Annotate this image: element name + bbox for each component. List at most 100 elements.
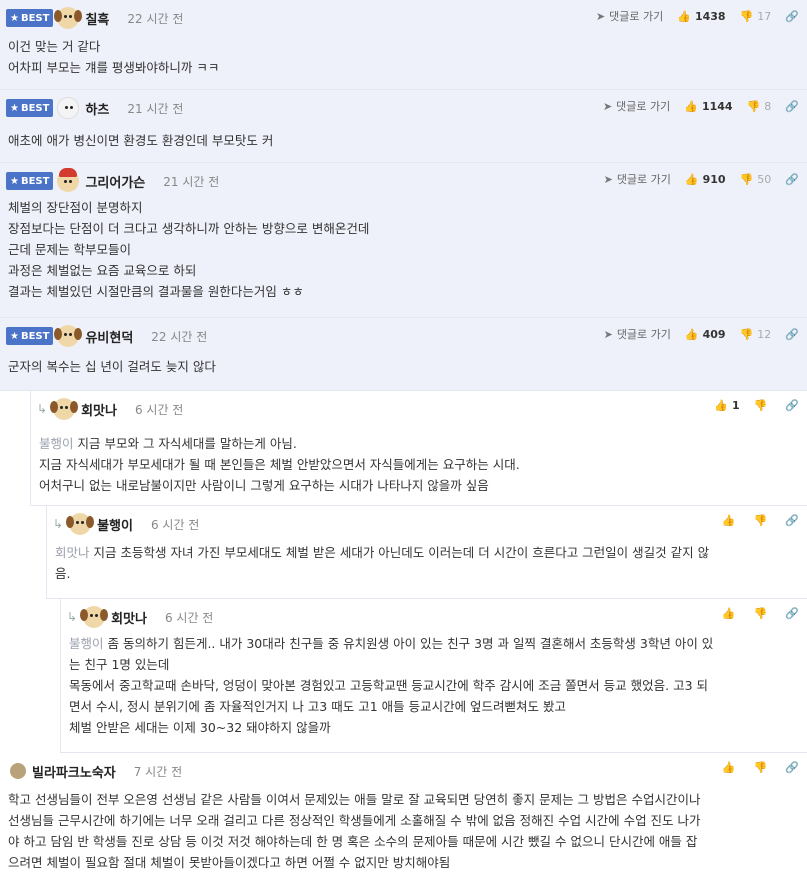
thumbs-down-icon: 👎 [746, 99, 761, 113]
thumbs-up-icon: 👍 [684, 172, 699, 186]
link-icon[interactable]: 🔗 [785, 328, 799, 341]
thumbs-down-icon: 👎 [753, 607, 768, 620]
comment-time: 6 시간 전 [150, 517, 200, 532]
best-comment: ★ BEST 하츠 21 시간 전 ➤ 댓글로 가기 👍 1144 👎 8 🔗 애초에 … [0, 90, 807, 163]
thumbs-up-icon: 👍 [721, 607, 736, 620]
comment-author[interactable]: 회맛나 [81, 400, 117, 419]
comment-author[interactable]: 칠흑 [85, 9, 109, 28]
send-icon: ➤ [602, 99, 613, 113]
comment-author[interactable]: 하츠 [85, 99, 109, 118]
send-icon: ➤ [603, 327, 613, 341]
thumbs-down-icon: 👎 [739, 327, 754, 341]
downvote-button[interactable]: 👎 [754, 399, 772, 412]
comment-author[interactable]: 그리어가슨 [85, 172, 145, 191]
upvote-button[interactable]: 👍 [722, 514, 740, 527]
best-badge: ★ BEST [6, 327, 54, 345]
link-icon[interactable]: 🔗 [785, 10, 799, 23]
reply-comment: ↳ 회맛나 6 시간 전 👍 👎 🔗 불행이 좀 동의하기 힘든게.. 내가 30… [60, 599, 807, 753]
thumbs-up-icon: 👍 [721, 761, 736, 774]
comment-body: 학고 선생님들이 전부 오은영 선생님 같은 사람들 이여서 문제있는 애들 말… [8, 792, 701, 870]
avatar[interactable] [10, 763, 26, 779]
thumbs-up-icon: 👍 [684, 99, 698, 113]
reply-arrow-icon: ↳ [37, 402, 48, 416]
link-icon[interactable]: 🔗 [785, 399, 799, 412]
link-icon[interactable]: 🔗 [785, 761, 799, 774]
downvote-button[interactable]: 👎 [754, 761, 772, 774]
comment-author[interactable]: 유비현덕 [85, 327, 133, 346]
link-icon[interactable]: 🔗 [785, 607, 799, 620]
best-badge: ★ BEST [6, 9, 54, 27]
avatar[interactable] [66, 513, 95, 535]
reply-comment: ↳ 회맛나 6 시간 전 👍 1 👎 🔗 불행이 지금 부모와 그 자식세대를 말하… [30, 391, 807, 506]
downvote-button[interactable]: 👎 50 [740, 173, 772, 186]
avatar[interactable] [54, 325, 83, 347]
thumbs-down-icon: 👎 [753, 514, 768, 527]
comment-body: 불행이 좀 동의하기 힘든게.. 내가 30대라 친구들 중 유치원생 아이 있는… [69, 636, 714, 735]
comment-author[interactable]: 빌라파크노숙자 [32, 762, 116, 781]
comment-time: 7 시간 전 [133, 764, 183, 779]
reply-arrow-icon: ↳ [67, 610, 78, 624]
go-to-reply-link[interactable]: ➤ 댓글로 가기 [604, 171, 671, 187]
reply-comment: ↳ 불행이 6 시간 전 👍 👎 🔗 회맛나 지금 초등학생 자녀 가진 부모세대… [46, 506, 807, 599]
downvote-button[interactable]: 👎 12 [740, 328, 772, 341]
best-comment: ★ BEST 유비현덕 22 시간 전 ➤ 댓글로 가기 👍 409 👎 12 🔗 군자… [0, 318, 807, 391]
upvote-button[interactable]: 👍 [722, 607, 740, 620]
star-icon: ★ [10, 175, 19, 187]
comment-author[interactable]: 회맛나 [111, 608, 147, 627]
upvote-button[interactable]: 👍 910 [685, 173, 726, 186]
comment-time: 21 시간 전 [127, 101, 184, 116]
downvote-button[interactable]: 👎 [754, 607, 772, 620]
thumbs-up-icon: 👍 [714, 399, 728, 412]
send-icon: ➤ [603, 172, 613, 186]
thumbs-down-icon: 👎 [753, 399, 768, 412]
comment-time: 22 시간 전 [127, 11, 184, 26]
link-icon[interactable]: 🔗 [785, 514, 799, 527]
upvote-button[interactable]: 👍 [722, 761, 740, 774]
downvote-button[interactable]: 👎 8 [747, 100, 772, 113]
comment-author[interactable]: 불행이 [97, 515, 133, 534]
link-icon[interactable]: 🔗 [785, 100, 799, 113]
thumbs-up-icon: 👍 [721, 514, 736, 527]
comment-time: 21 시간 전 [163, 174, 220, 189]
comment-time: 6 시간 전 [164, 610, 214, 625]
comment-body: 체벌의 장단점이 분명하지 장점보다는 단점이 더 크다고 생각하니까 안하는 … [8, 200, 370, 299]
go-to-reply-link[interactable]: ➤ 댓글로 가기 [604, 326, 671, 342]
comment-body: 회맛나 지금 초등학생 자녀 가진 부모세대도 체벌 받은 세대가 아닌데도 이러… [55, 545, 710, 581]
send-icon: ➤ [595, 9, 606, 23]
comment-time: 22 시간 전 [151, 329, 208, 344]
best-badge: ★ BEST [6, 99, 54, 117]
mention[interactable]: 불행이 [69, 636, 104, 651]
upvote-button[interactable]: 👍 1438 [677, 10, 725, 23]
avatar[interactable] [57, 97, 80, 119]
comment-body: 이건 맞는 거 같다 어차피 부모는 걔를 평생봐야하니까 ㅋㅋ [8, 39, 220, 75]
comment-time: 6 시간 전 [134, 402, 184, 417]
avatar[interactable] [54, 7, 83, 29]
best-comment: ★ BEST 칠흑 22 시간 전 ➤ 댓글로 가기 👍 1438 👎 17 🔗 이건 … [0, 0, 807, 90]
avatar[interactable] [50, 398, 79, 420]
avatar[interactable] [57, 168, 80, 192]
thumbs-up-icon: 👍 [684, 327, 699, 341]
link-icon[interactable]: 🔗 [785, 173, 799, 186]
avatar[interactable] [80, 606, 109, 628]
upvote-button[interactable]: 👍 1 [714, 399, 739, 412]
thumbs-down-icon: 👎 [753, 761, 768, 774]
upvote-button[interactable]: 👍 409 [685, 328, 726, 341]
downvote-button[interactable]: 👎 [754, 514, 772, 527]
thumbs-up-icon: 👍 [677, 9, 691, 23]
upvote-button[interactable]: 👍 1144 [684, 100, 732, 113]
comment-body: 불행이 지금 부모와 그 자식세대를 말하는게 아님. 지금 자식세대가 부모세대… [39, 436, 520, 493]
comment-body: 애초에 애가 병신이면 환경도 환경인데 부모탓도 커 [8, 133, 274, 148]
mention[interactable]: 회맛나 [55, 545, 90, 560]
mention[interactable]: 불행이 [39, 436, 74, 451]
star-icon: ★ [10, 330, 19, 342]
go-to-reply-link[interactable]: ➤ 댓글로 가기 [603, 98, 670, 114]
thumbs-down-icon: 👎 [739, 172, 754, 186]
star-icon: ★ [10, 12, 19, 24]
thumbs-down-icon: 👎 [739, 9, 754, 23]
comment: 빌라파크노숙자 7 시간 전 👍 👎 🔗 학고 선생님들이 전부 오은영 선생님… [0, 753, 807, 893]
go-to-reply-link[interactable]: ➤ 댓글로 가기 [596, 8, 663, 24]
best-comment: ★ BEST 그리어가슨 21 시간 전 ➤ 댓글로 가기 👍 910 👎 50 🔗 체… [0, 163, 807, 318]
star-icon: ★ [10, 102, 19, 114]
downvote-button[interactable]: 👎 17 [740, 10, 772, 23]
reply-arrow-icon: ↳ [53, 517, 64, 531]
